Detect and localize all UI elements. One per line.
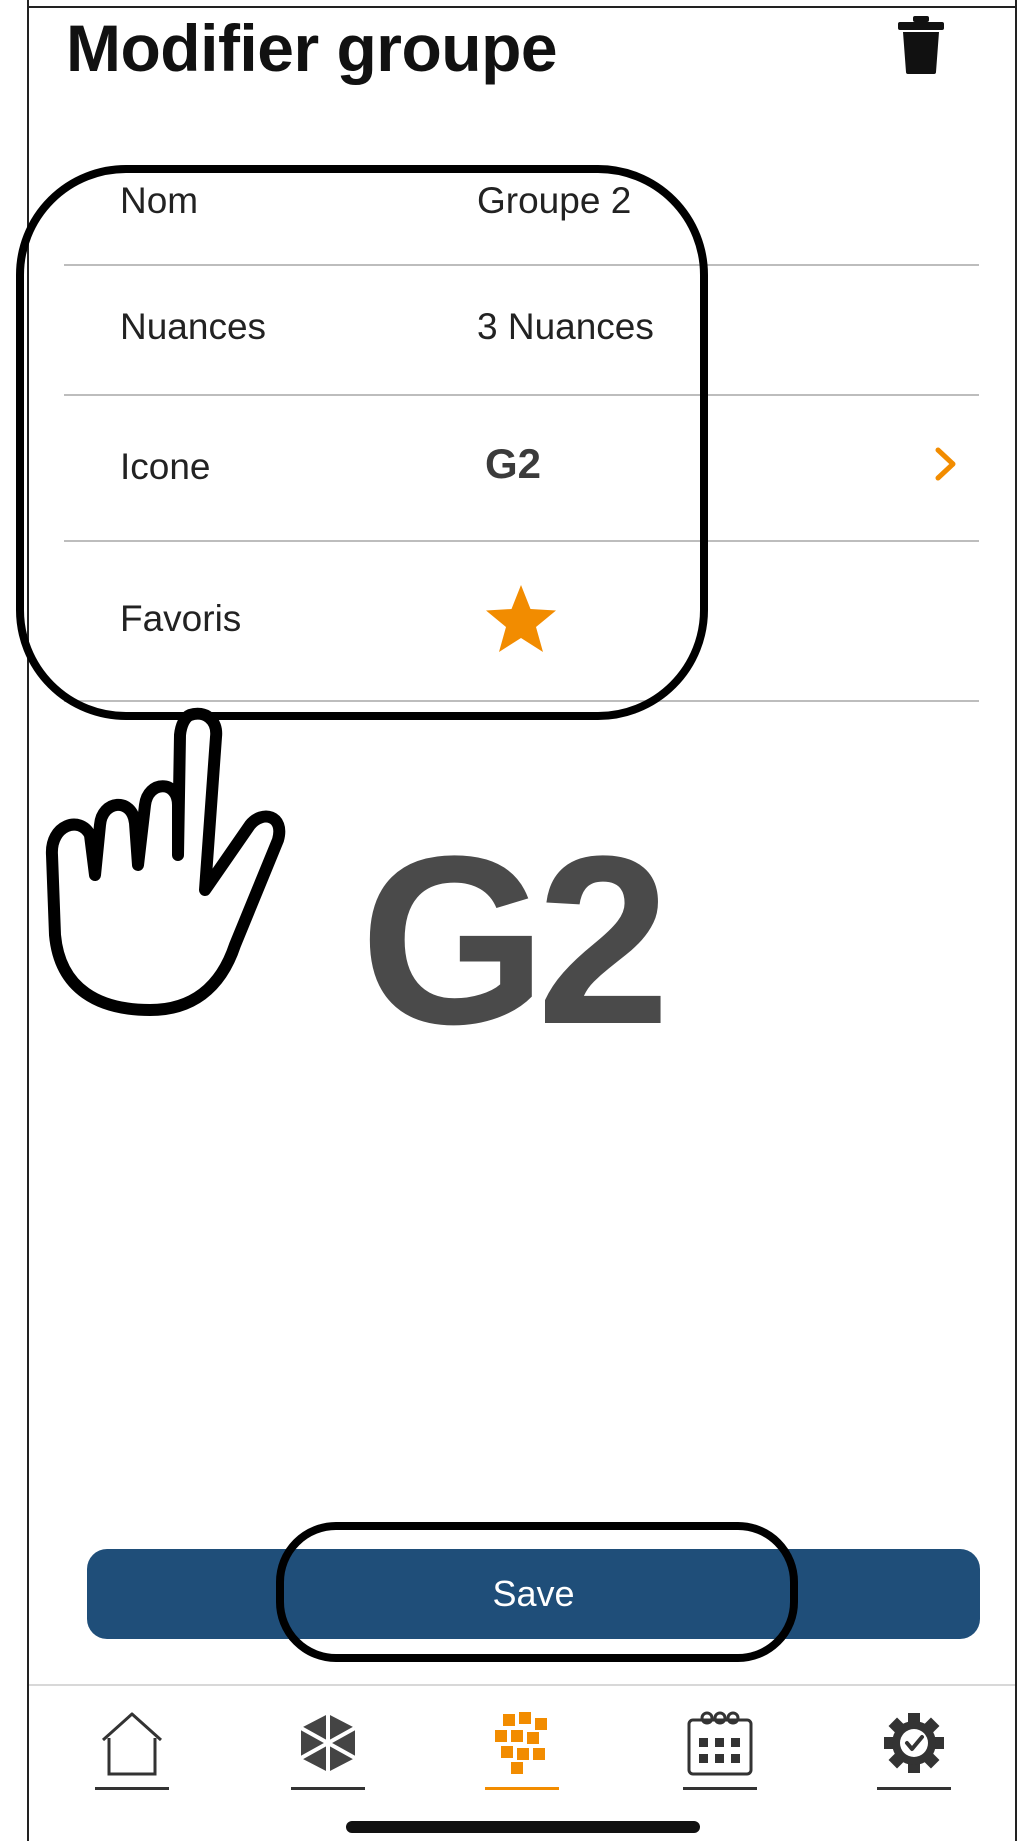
nav-groups-underline xyxy=(485,1787,559,1790)
pointing-hand-icon xyxy=(45,707,286,1016)
nav-home-underline xyxy=(95,1787,169,1790)
nav-settings[interactable] xyxy=(877,1708,951,1790)
home-indicator xyxy=(346,1821,700,1833)
group-icon-preview: G2 xyxy=(360,806,670,1074)
home-icon xyxy=(101,1712,163,1776)
nav-settings-underline xyxy=(877,1787,951,1790)
trash-icon[interactable] xyxy=(896,16,946,74)
bottom-navigation xyxy=(29,1690,1015,1800)
page-title: Modifier groupe xyxy=(66,11,558,85)
nav-divider xyxy=(29,1684,1015,1686)
nav-groups[interactable] xyxy=(485,1708,559,1790)
cube-icon xyxy=(300,1714,356,1772)
nav-devices[interactable] xyxy=(291,1708,365,1790)
nav-devices-underline xyxy=(291,1787,365,1790)
annotation-save-highlight xyxy=(276,1522,798,1662)
nav-calendar-underline xyxy=(683,1787,757,1790)
annotation-highlight-box xyxy=(16,165,708,720)
calendar-icon xyxy=(687,1711,753,1776)
nav-home[interactable] xyxy=(95,1708,169,1790)
chevron-right-icon[interactable] xyxy=(933,444,959,484)
settings-gear-icon xyxy=(884,1713,944,1773)
nav-calendar[interactable] xyxy=(683,1708,757,1790)
groups-icon xyxy=(495,1712,547,1774)
frame-right-border xyxy=(1015,0,1017,1841)
frame-top-border xyxy=(27,6,1017,8)
